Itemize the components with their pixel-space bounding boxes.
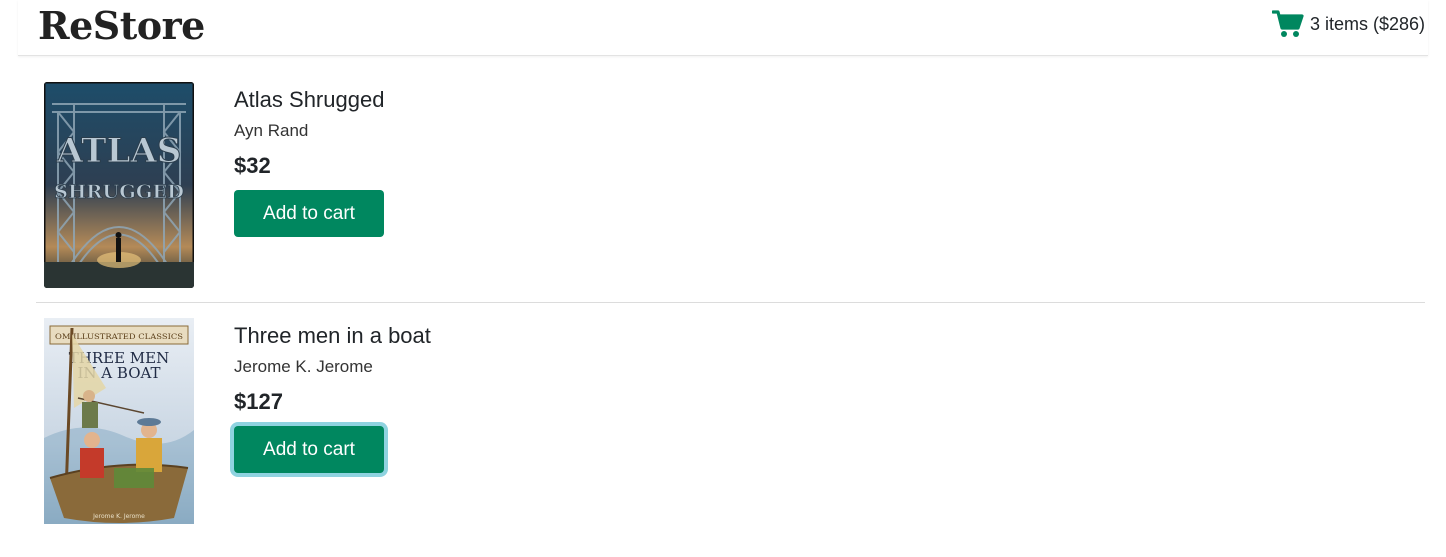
product-title[interactable]: Atlas Shrugged: [234, 86, 384, 114]
product-price: $32: [234, 153, 271, 178]
navbar: ReStore 3 items ($286): [18, 0, 1428, 56]
cart-summary[interactable]: 3 items ($286): [1310, 14, 1425, 35]
product-item: OM ILLUSTRATED CLASSICS THREE MEN IN A B…: [36, 318, 1425, 530]
cart-link[interactable]: 3 items ($286): [1271, 8, 1425, 40]
product-price: $127: [234, 389, 283, 414]
cover-author: Jerome K. Jerome: [92, 513, 145, 520]
product-author: Jerome K. Jerome: [234, 357, 373, 376]
product-details: Atlas Shrugged Ayn Rand $32 Add to cart: [234, 82, 384, 237]
product-details: Three men in a boat Jerome K. Jerome $12…: [234, 318, 431, 473]
cover-title-line-2: SHRUGGED: [54, 181, 184, 203]
brand-logo[interactable]: ReStore: [38, 2, 205, 50]
product-item: ATLAS SHRUGGED Atlas Shrugged Ayn Rand $…: [36, 82, 1425, 303]
cover-title-line-1: ATLAS: [56, 131, 182, 171]
product-title[interactable]: Three men in a boat: [234, 322, 431, 350]
add-to-cart-button[interactable]: Add to cart: [234, 426, 384, 473]
product-cover-image: ATLAS SHRUGGED: [44, 82, 194, 288]
add-to-cart-button[interactable]: Add to cart: [234, 190, 384, 237]
product-author: Ayn Rand: [234, 121, 309, 140]
product-cover-image: OM ILLUSTRATED CLASSICS THREE MEN IN A B…: [44, 318, 194, 524]
shopping-cart-icon[interactable]: [1271, 9, 1304, 39]
